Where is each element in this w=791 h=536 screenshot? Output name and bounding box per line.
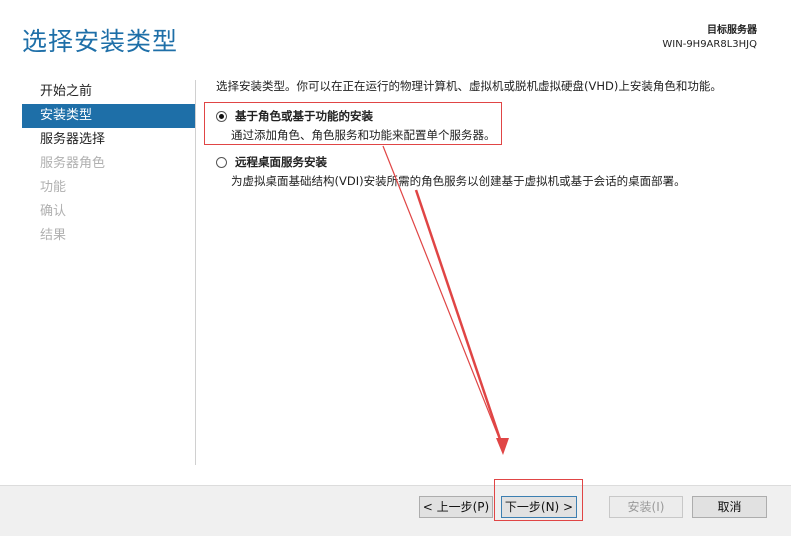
sidebar-item-features: 功能 xyxy=(40,180,67,195)
target-server-label: 目标服务器 xyxy=(707,25,757,36)
sidebar-item-confirmation: 确认 xyxy=(40,204,67,219)
installation-type-description: 选择安装类型。你可以在正在运行的物理计算机、虚拟机或脱机虚拟硬盘(VHD)上安装… xyxy=(216,79,722,93)
highlight-box-next xyxy=(494,479,583,521)
target-server-info: 目标服务器 WIN-9H9AR8L3HJQ xyxy=(662,24,757,52)
sidebar-item-installation-type[interactable]: 安装类型 xyxy=(22,104,195,128)
highlight-box-option xyxy=(204,102,502,145)
remote-desktop-label[interactable]: 远程桌面服务安装 xyxy=(235,154,327,170)
remote-desktop-description: 为虚拟桌面基础结构(VDI)安装所需的角色服务以创建基于虚拟机或基于会话的桌面部… xyxy=(231,174,686,188)
page-title: 选择安装类型 xyxy=(22,27,179,56)
wizard-steps-sidebar: 开始之前 安装类型 服务器选择 服务器角色 功能 确认 结果 xyxy=(22,80,195,248)
previous-button[interactable]: < 上一步(P) xyxy=(419,496,493,518)
install-button: 安装(I) xyxy=(609,496,683,518)
target-server-name: WIN-9H9AR8L3HJQ xyxy=(662,39,757,50)
option-remote-desktop[interactable]: 远程桌面服务安装 为虚拟桌面基础结构(VDI)安装所需的角色服务以创建基于虚拟机… xyxy=(216,154,686,189)
remote-desktop-radio[interactable] xyxy=(216,156,227,168)
sidebar-item-server-selection[interactable]: 服务器选择 xyxy=(22,128,195,152)
sidebar-divider xyxy=(195,80,196,465)
sidebar-item-before-you-begin[interactable]: 开始之前 xyxy=(22,80,195,104)
sidebar-item-results: 结果 xyxy=(40,228,67,243)
sidebar-item-server-roles: 服务器角色 xyxy=(40,156,106,171)
cancel-button[interactable]: 取消 xyxy=(692,496,767,518)
